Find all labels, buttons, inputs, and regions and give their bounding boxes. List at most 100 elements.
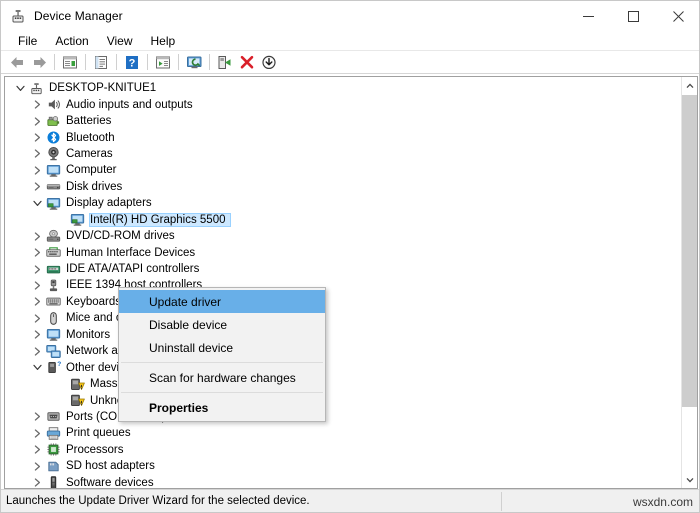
download-icon[interactable] bbox=[258, 52, 280, 73]
scrollbar-thumb[interactable] bbox=[682, 95, 697, 407]
tree-item[interactable]: Computer bbox=[5, 162, 683, 178]
maximize-button[interactable] bbox=[611, 1, 656, 31]
tree-item[interactable]: Cameras bbox=[5, 146, 683, 162]
tree-item[interactable]: Network adapters bbox=[5, 343, 683, 359]
device-context-menu[interactable]: Update driver Disable device Uninstall dev… bbox=[118, 287, 326, 422]
context-menu-item[interactable]: Properties bbox=[119, 396, 325, 419]
chevron-down-icon[interactable] bbox=[29, 360, 45, 376]
menu-action[interactable]: Action bbox=[46, 32, 97, 50]
tree-item-label: Bluetooth bbox=[66, 131, 115, 144]
minimize-button[interactable] bbox=[566, 1, 611, 31]
chevron-right-icon[interactable] bbox=[29, 162, 45, 178]
tree-item-label: Software devices bbox=[66, 476, 154, 488]
context-menu-item[interactable]: Uninstall device bbox=[119, 336, 325, 359]
back-icon[interactable] bbox=[6, 52, 28, 73]
chevron-right-icon[interactable] bbox=[29, 343, 45, 359]
chevron-right-icon[interactable] bbox=[29, 425, 45, 441]
help-icon[interactable]: ? bbox=[121, 52, 143, 73]
chevron-right-icon[interactable] bbox=[29, 310, 45, 326]
tree-item-label: Computer bbox=[66, 164, 117, 177]
chevron-right-icon[interactable] bbox=[29, 245, 45, 261]
tree-item[interactable]: Software devices bbox=[5, 475, 683, 488]
tree-item[interactable]: Mice and other pointing devices bbox=[5, 310, 683, 326]
chevron-down-icon[interactable] bbox=[12, 80, 28, 96]
scan-hardware-changes-icon[interactable] bbox=[183, 52, 205, 73]
tree-item[interactable]: Ports (COM & LPT) bbox=[5, 409, 683, 425]
tree-item[interactable]: Disk drives bbox=[5, 179, 683, 195]
chevron-right-icon[interactable] bbox=[29, 327, 45, 343]
tree-item-label: Audio inputs and outputs bbox=[66, 98, 193, 111]
device-manager-icon bbox=[10, 8, 26, 24]
tree-item[interactable]: DVD/CD-ROM drives bbox=[5, 228, 683, 244]
tree-item[interactable]: Print queues bbox=[5, 425, 683, 441]
chevron-right-icon[interactable] bbox=[29, 475, 45, 488]
uninstall-device-icon[interactable] bbox=[236, 52, 258, 73]
menu-help[interactable]: Help bbox=[142, 32, 185, 50]
chevron-right-icon[interactable] bbox=[29, 130, 45, 146]
display-adapter-icon bbox=[45, 195, 62, 211]
tree-item[interactable]: Bluetooth bbox=[5, 129, 683, 145]
chevron-right-icon[interactable] bbox=[29, 277, 45, 293]
enable-device-icon[interactable] bbox=[214, 52, 236, 73]
chevron-right-icon[interactable] bbox=[29, 179, 45, 195]
tree-item-label: Intel(R) HD Graphics 5500 bbox=[89, 212, 231, 227]
title-bar: Device Manager bbox=[1, 1, 699, 31]
tree-item[interactable]: Keyboards bbox=[5, 294, 683, 310]
tree-item-label: Print queues bbox=[66, 427, 131, 440]
chevron-none bbox=[53, 212, 69, 228]
tree-item[interactable]: IDE ATA/ATAPI controllers bbox=[5, 261, 683, 277]
forward-icon[interactable] bbox=[28, 52, 50, 73]
chevron-right-icon[interactable] bbox=[29, 97, 45, 113]
tree-item-label: IDE ATA/ATAPI controllers bbox=[66, 263, 200, 276]
tree-item[interactable]: Audio inputs and outputs bbox=[5, 96, 683, 112]
show-hidden-devices-icon[interactable] bbox=[59, 52, 81, 73]
printer-icon bbox=[45, 425, 62, 441]
monitor-icon bbox=[45, 327, 62, 343]
context-menu-item[interactable]: Update driver bbox=[119, 290, 325, 313]
tree-item[interactable]: DESKTOP-KNITUE1 bbox=[5, 80, 683, 96]
tree-item[interactable]: IEEE 1394 host controllers bbox=[5, 277, 683, 293]
tree-item[interactable]: Intel(R) HD Graphics 5500 bbox=[5, 212, 683, 228]
scroll-up-button[interactable] bbox=[682, 77, 697, 94]
update-driver-icon[interactable] bbox=[152, 52, 174, 73]
tree-item[interactable]: ? Other devices bbox=[5, 359, 683, 375]
tree-item[interactable]: Monitors bbox=[5, 327, 683, 343]
chevron-right-icon[interactable] bbox=[29, 294, 45, 310]
chevron-right-icon[interactable] bbox=[29, 458, 45, 474]
properties-icon[interactable] bbox=[90, 52, 112, 73]
tree-item[interactable]: Batteries bbox=[5, 113, 683, 129]
camera-icon bbox=[45, 146, 62, 162]
tree-item[interactable]: Mass Storage Controller bbox=[5, 376, 683, 392]
mouse-icon bbox=[45, 310, 62, 326]
tree-item[interactable]: Human Interface Devices bbox=[5, 244, 683, 260]
tree-item-label: SD host adapters bbox=[66, 460, 155, 473]
toolbar-separator bbox=[85, 54, 86, 70]
sd-host-adapter-icon bbox=[45, 458, 62, 474]
chevron-right-icon[interactable] bbox=[29, 442, 45, 458]
monitor-icon bbox=[45, 162, 62, 178]
tree-item[interactable]: Display adapters bbox=[5, 195, 683, 211]
tree-item[interactable]: Unknown device bbox=[5, 392, 683, 408]
menu-view[interactable]: View bbox=[98, 32, 142, 50]
device-tree[interactable]: DESKTOP-KNITUE1 Audio inputs and outputs B… bbox=[5, 77, 683, 488]
status-separator bbox=[501, 492, 502, 511]
tree-item-label: Batteries bbox=[66, 115, 112, 128]
toolbar-separator bbox=[209, 54, 210, 70]
chevron-right-icon[interactable] bbox=[29, 228, 45, 244]
scroll-down-button[interactable] bbox=[682, 471, 697, 488]
chevron-right-icon[interactable] bbox=[29, 113, 45, 129]
tree-vertical-scrollbar[interactable] bbox=[681, 77, 697, 488]
chevron-down-icon[interactable] bbox=[29, 195, 45, 211]
menu-file[interactable]: File bbox=[9, 32, 46, 50]
context-menu-item[interactable]: Scan for hardware changes bbox=[119, 366, 325, 389]
tree-item[interactable]: SD host adapters bbox=[5, 458, 683, 474]
toolbar-separator bbox=[116, 54, 117, 70]
chevron-right-icon[interactable] bbox=[29, 146, 45, 162]
close-button[interactable] bbox=[656, 1, 699, 31]
tree-item-label: DESKTOP-KNITUE1 bbox=[49, 82, 157, 95]
tree-item[interactable]: Processors bbox=[5, 442, 683, 458]
context-menu-item[interactable]: Disable device bbox=[119, 313, 325, 336]
chevron-right-icon[interactable] bbox=[29, 409, 45, 425]
chevron-right-icon[interactable] bbox=[29, 261, 45, 277]
status-text: Launches the Update Driver Wizard for th… bbox=[6, 495, 310, 507]
